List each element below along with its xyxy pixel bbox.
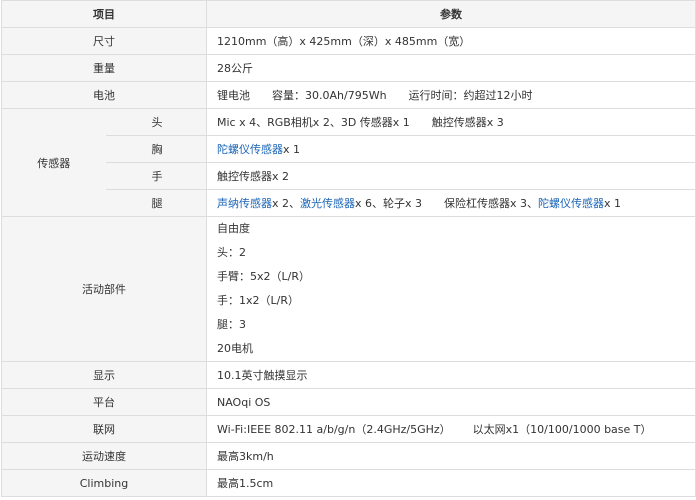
row-size: 尺寸 1210mm（高）x 425mm（深）x 485mm（宽） (1, 27, 696, 55)
moving-parts-value: 自由度 头：2 手臂：5x2（L/R） 手：1x2（L/R） 腿：3 20电机 (206, 216, 696, 362)
speed-label: 运动速度 (1, 442, 207, 470)
row-battery: 电池 锂电池 容量：30.0Ah/795Wh 运行时间：约超过12小时 (1, 81, 696, 109)
battery-runtime: 运行时间：约超过12小时 (408, 89, 533, 102)
moving-parts-line: 手臂：5x2（L/R） (217, 270, 310, 283)
header-params: 参数 (206, 0, 696, 28)
moving-parts-line: 头：2 (217, 246, 246, 259)
row-climbing: Climbing 最高1.5cm (1, 469, 696, 497)
battery-value: 锂电池 容量：30.0Ah/795Wh 运行时间：约超过12小时 (206, 81, 696, 109)
sensor-leg-t2: x 6、轮子x 3 (355, 197, 423, 210)
sensor-leg-t4: x 1 (604, 197, 622, 210)
network-ethernet: 以太网x1（10/100/1000 base T） (472, 423, 652, 436)
size-label: 尺寸 (1, 27, 207, 55)
moving-parts-line: 自由度 (217, 222, 250, 235)
spec-table: 项目 参数 尺寸 1210mm（高）x 425mm（深）x 485mm（宽） 重… (1, 0, 696, 497)
sensor-head-a: Mic x 4、RGB相机x 2、3D 传感器x 1 (217, 116, 410, 129)
platform-value: NAOqi OS (206, 388, 696, 416)
sensor-leg-t3: 保险杠传感器x 3、 (444, 197, 539, 210)
network-wifi: Wi-Fi:IEEE 802.11 a/b/g/n（2.4GHz/5GHz） (217, 423, 451, 436)
gyro-sensor-leg-link[interactable]: 陀螺仪传感器 (538, 197, 604, 210)
sensor-leg-t1: x 2、 (272, 197, 301, 210)
weight-label: 重量 (1, 54, 207, 82)
sensor-hand-label: 手 (105, 162, 207, 190)
header-item: 项目 (1, 0, 207, 28)
row-display: 显示 10.1英寸触摸显示 (1, 361, 696, 389)
sensor-leg-value: 声纳传感器x 2、激光传感器x 6、轮子x 3 保险杠传感器x 3、陀螺仪传感器x… (206, 189, 696, 217)
weight-value: 28公斤 (206, 54, 696, 82)
display-value: 10.1英寸触摸显示 (206, 361, 696, 389)
moving-parts-line: 手：1x2（L/R） (217, 294, 299, 307)
sensor-head-value: Mic x 4、RGB相机x 2、3D 传感器x 1 触控传感器x 3 (206, 108, 696, 136)
speed-value: 最高3km/h (206, 442, 696, 470)
moving-parts-label: 活动部件 (1, 216, 207, 362)
row-moving-parts: 活动部件 自由度 头：2 手臂：5x2（L/R） 手：1x2（L/R） 腿：3 … (1, 216, 696, 362)
platform-label: 平台 (1, 388, 207, 416)
sensor-chest-label: 胸 (105, 135, 207, 163)
header-row: 项目 参数 (1, 0, 696, 28)
sensors-label: 传感器 (1, 108, 106, 217)
row-sensor-chest: 胸 陀螺仪传感器x 1 (2, 135, 696, 163)
sensor-chest-count: x 1 (283, 143, 301, 156)
row-network: 联网 Wi-Fi:IEEE 802.11 a/b/g/n（2.4GHz/5GHz… (1, 415, 696, 443)
climbing-value: 最高1.5cm (206, 469, 696, 497)
network-value: Wi-Fi:IEEE 802.11 a/b/g/n（2.4GHz/5GHz） 以太… (206, 415, 696, 443)
battery-type: 锂电池 (217, 89, 250, 102)
battery-capacity: 容量：30.0Ah/795Wh (272, 89, 387, 102)
moving-parts-line: 腿：3 (217, 318, 246, 331)
gyro-sensor-link[interactable]: 陀螺仪传感器 (217, 143, 283, 156)
sensor-leg-label: 腿 (105, 189, 207, 217)
sensor-head-b: 触控传感器x 3 (431, 116, 504, 129)
row-platform: 平台 NAOqi OS (1, 388, 696, 416)
row-speed: 运动速度 最高3km/h (1, 442, 696, 470)
laser-sensor-link[interactable]: 激光传感器 (300, 197, 355, 210)
battery-label: 电池 (1, 81, 207, 109)
sensor-head-label: 头 (105, 108, 207, 136)
network-label: 联网 (1, 415, 207, 443)
climbing-label: Climbing (1, 469, 207, 497)
row-weight: 重量 28公斤 (1, 54, 696, 82)
sensor-hand-value: 触控传感器x 2 (206, 162, 696, 190)
sonar-sensor-link[interactable]: 声纳传感器 (217, 197, 272, 210)
size-value: 1210mm（高）x 425mm（深）x 485mm（宽） (206, 27, 696, 55)
row-sensor-hand: 手 触控传感器x 2 (2, 162, 696, 190)
moving-parts-line: 20电机 (217, 342, 253, 355)
sensor-chest-value: 陀螺仪传感器x 1 (206, 135, 696, 163)
row-sensor-head: 传感器 头 Mic x 4、RGB相机x 2、3D 传感器x 1 触控传感器x 3 (1, 108, 696, 217)
display-label: 显示 (1, 361, 207, 389)
row-sensor-leg: 腿 声纳传感器x 2、激光传感器x 6、轮子x 3 保险杠传感器x 3、陀螺仪传感… (2, 189, 696, 217)
